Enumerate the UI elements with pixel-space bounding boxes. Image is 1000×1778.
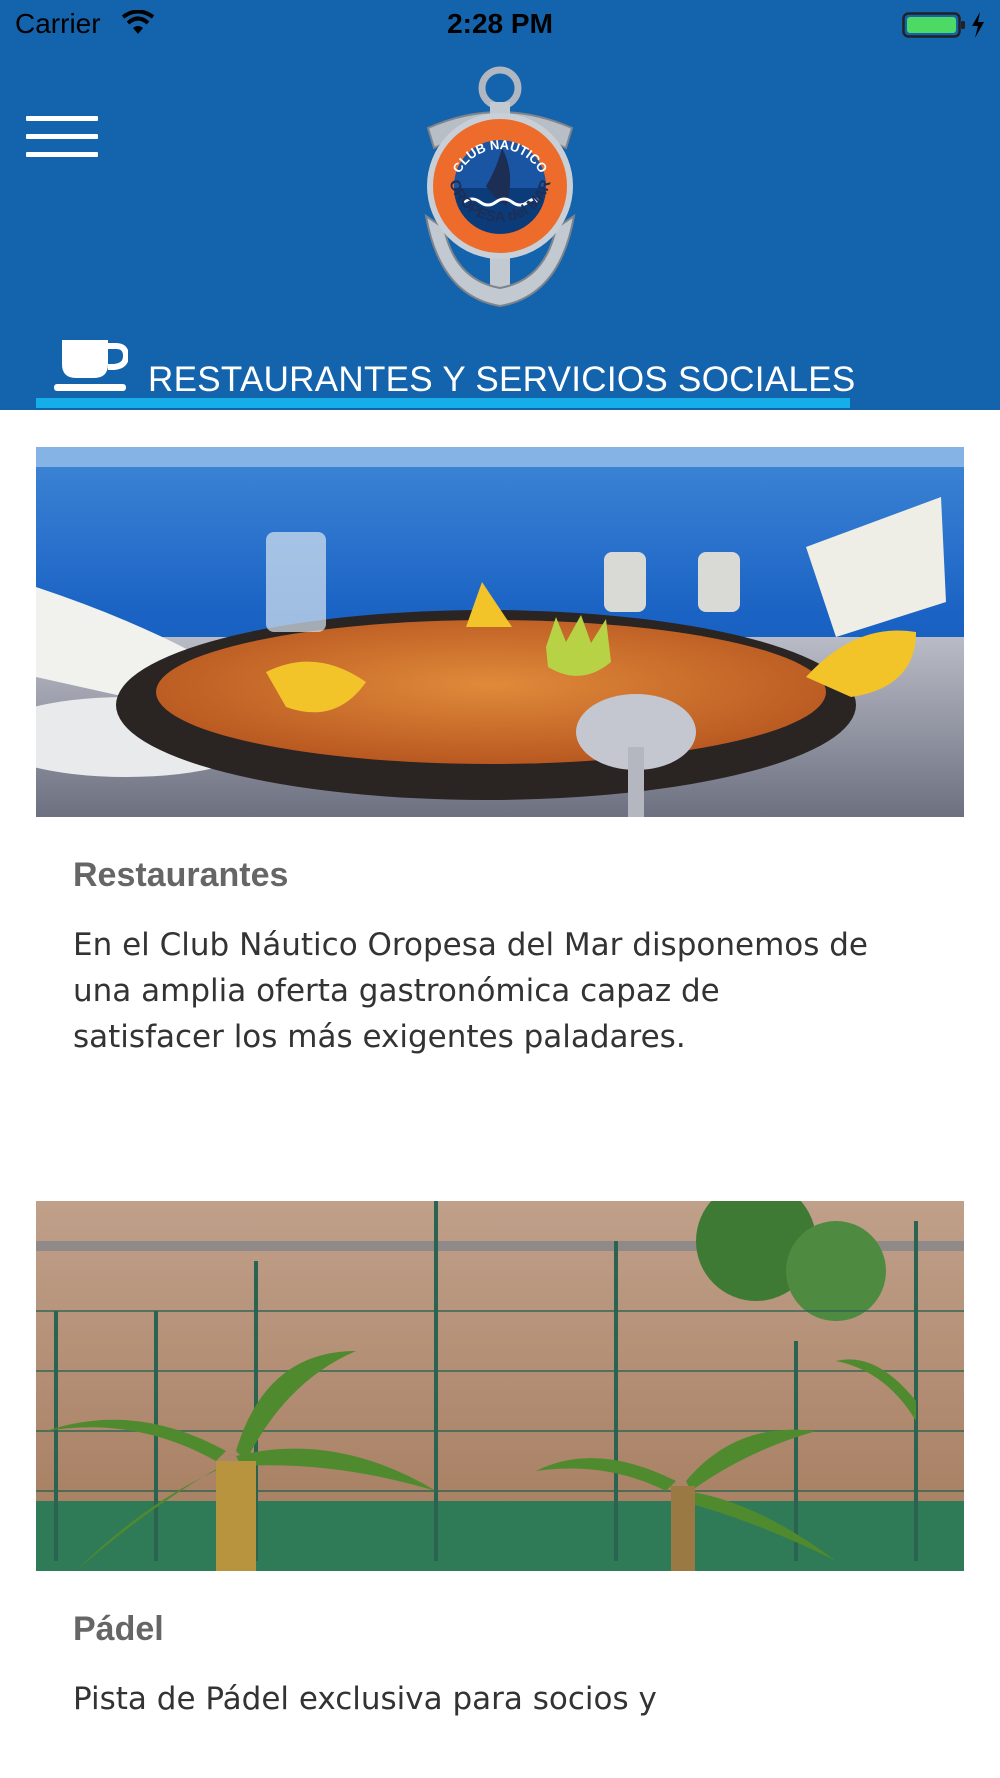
- menu-bar-bottom: [26, 152, 98, 157]
- card-text-padel: Pista de Pádel exclusiva para socios y: [73, 1681, 657, 1717]
- padel-image: [36, 1201, 964, 1571]
- club-nautico-logo: CLUB NAUTICO OROPESA del MAR: [424, 66, 576, 308]
- status-bar: Carrier 2:28 PM: [0, 0, 1000, 52]
- card-title-padel: Pádel: [73, 1610, 164, 1648]
- menu-button[interactable]: [26, 116, 100, 160]
- card-title-restaurantes: Restaurantes: [73, 856, 289, 894]
- status-time: 2:28 PM: [447, 8, 553, 39]
- battery-icon: [902, 12, 984, 38]
- section-underline: [36, 398, 850, 408]
- menu-bar-top: [26, 116, 98, 121]
- app-header: Carrier 2:28 PM CLUB NAUTICO OROPESA del…: [0, 0, 1000, 410]
- restaurant-image: [36, 447, 964, 817]
- section-header: RESTAURANTES Y SERVICIOS SOCIALES: [36, 330, 855, 410]
- card-text-restaurantes: En el Club Náutico Oropesa del Mar dispo…: [73, 927, 868, 1055]
- coffee-cup-icon: [54, 340, 128, 391]
- section-title: RESTAURANTES Y SERVICIOS SOCIALES: [148, 360, 856, 399]
- menu-bar-middle: [26, 134, 98, 139]
